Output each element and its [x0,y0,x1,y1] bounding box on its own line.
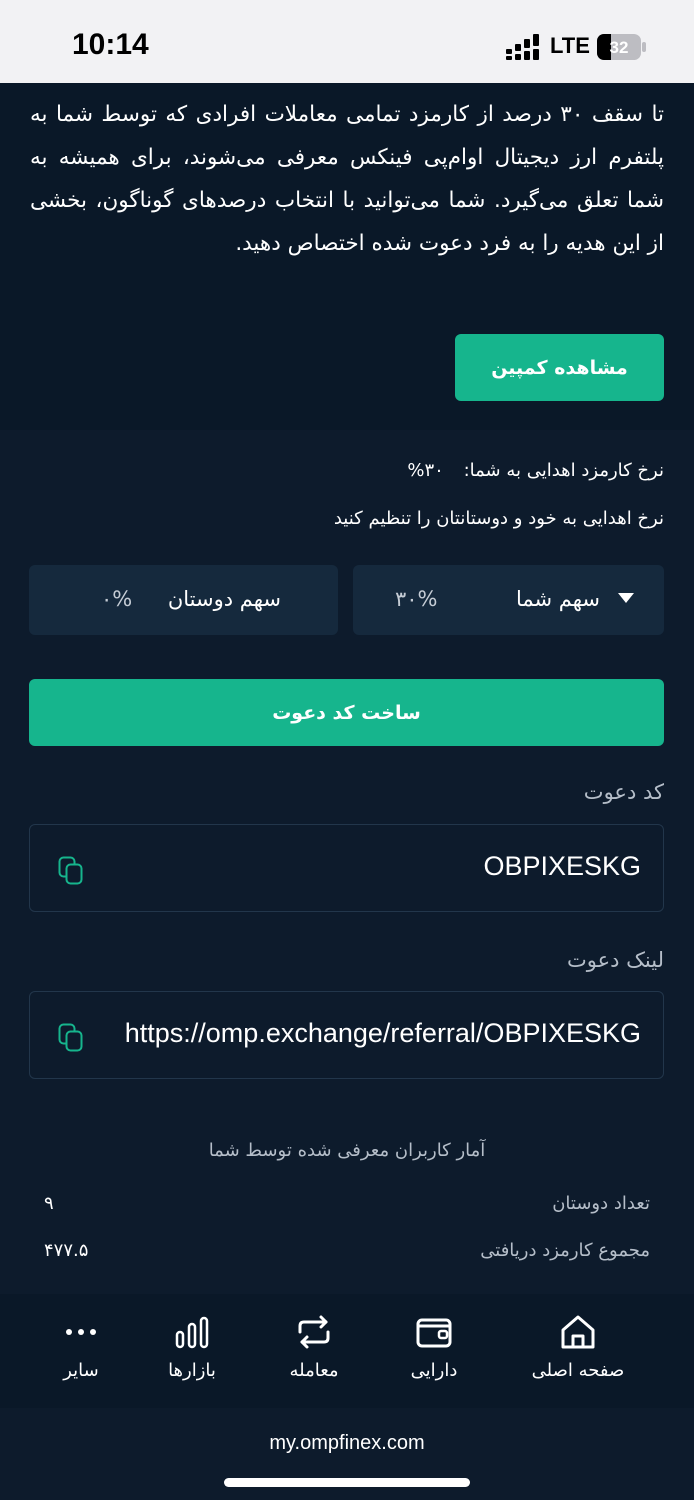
nav-home[interactable]: صفحه اصلی [517,1294,639,1408]
commission-rate-label: نرخ کارمزد اهدایی به شما: [463,460,664,481]
battery-level: 32 [610,38,629,57]
nav-assets[interactable]: دارایی [394,1294,474,1408]
caret-down-icon [618,593,634,603]
browser-bar: my.ompfinex.com [0,1408,694,1500]
your-share-value: ۳۰% [395,587,438,611]
more-dots-icon [66,1329,96,1335]
nav-markets-label: بازارها [168,1360,216,1381]
friends-count-label: تعداد دوستان [552,1193,650,1214]
bar-chart-icon [175,1316,209,1349]
battery-icon: 32 [597,34,646,60]
invite-link-label: لینک دعوت [566,948,664,972]
friends-share-field: سهم دوستان ۰% [29,565,338,635]
status-time: 10:14 [72,28,149,61]
home-indicator[interactable] [224,1478,470,1487]
nav-more-label: سایر [63,1360,99,1381]
invite-link-field: https://omp.exchange/referral/OBPIXESKG [29,991,664,1079]
commission-rate-value: ۳۰% [407,460,444,481]
invite-code-field: OBPIXESKG [29,824,664,912]
total-fee-value: ۴۷۷.۵ [44,1240,89,1261]
browser-url[interactable]: my.ompfinex.com [0,1432,694,1455]
stats-title: آمار کاربران معرفی شده توسط شما [208,1140,486,1161]
copy-icon[interactable] [58,1023,84,1053]
nav-more[interactable]: سایر [41,1294,121,1408]
your-share-label: سهم شما [515,587,600,611]
network-type: LTE [550,33,590,58]
nav-markets[interactable]: بازارها [152,1294,232,1408]
copy-icon[interactable] [58,856,84,886]
invite-code-label: کد دعوت [583,780,664,804]
friends-share-label: سهم دوستان [167,587,281,611]
intro-text: تا سقف ۳۰ درصد از کارمزد تمامی معاملات ا… [30,102,664,256]
invite-link-value: https://omp.exchange/referral/OBPIXESKG [124,1018,641,1048]
bottom-nav: صفحه اصلی دارایی معامله بازارها سایر [0,1294,694,1408]
your-share-select[interactable]: سهم شما ۳۰% [353,565,664,635]
nav-home-label: صفحه اصلی [531,1360,625,1381]
nav-trade[interactable]: معامله [274,1294,354,1408]
invite-code-value: OBPIXESKG [483,851,641,881]
signal-icon [506,34,539,60]
total-fee-label: مجموع کارمزد دریافتی [480,1240,650,1261]
swap-arrows-icon [298,1315,330,1349]
commission-rate: نرخ کارمزد اهدایی به شما: ۳۰% [407,460,664,481]
status-bar: 10:14 LTE 32 [0,0,694,83]
nav-trade-label: معامله [289,1360,339,1381]
create-invite-code-button[interactable]: ساخت کد دعوت [29,679,664,746]
home-icon [561,1315,595,1349]
wallet-icon [416,1318,452,1348]
intro-section: تا سقف ۳۰ درصد از کارمزد تمامی معاملات ا… [0,83,694,430]
nav-assets-label: دارایی [410,1360,458,1381]
commission-set-text: نرخ اهدایی به خود و دوستانتان را تنظیم ک… [333,508,664,529]
friends-share-value: ۰% [101,587,133,611]
view-campaign-button[interactable]: مشاهده کمپین [455,334,664,401]
friends-count-value: ۹ [44,1193,54,1214]
